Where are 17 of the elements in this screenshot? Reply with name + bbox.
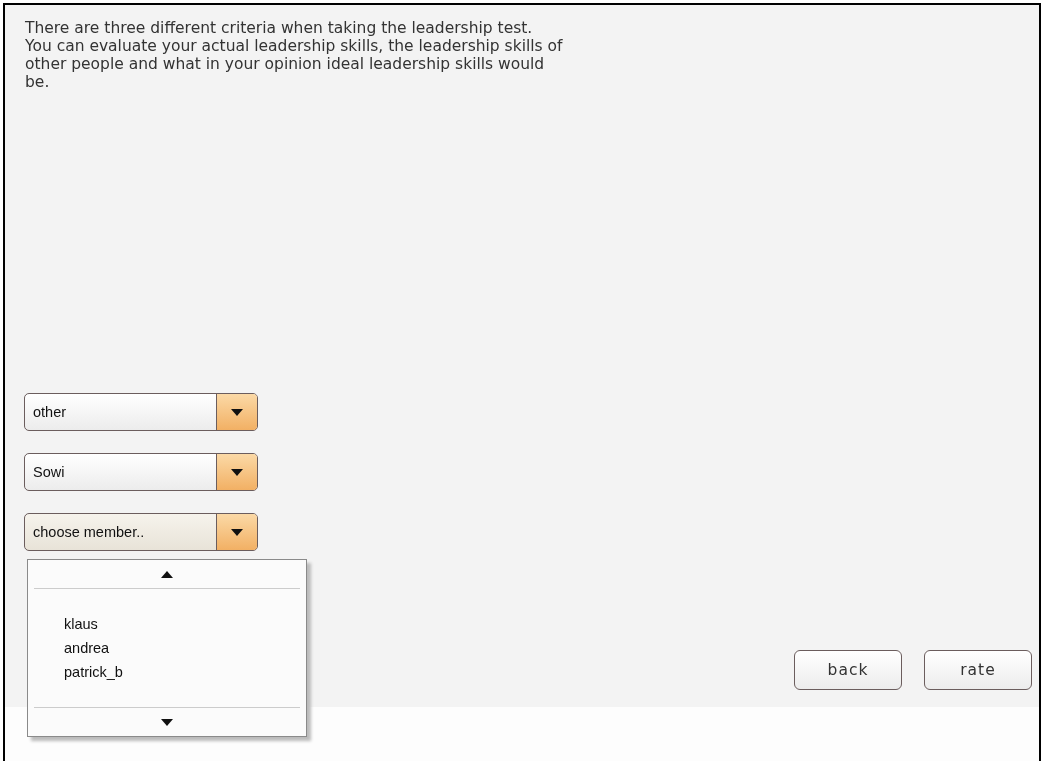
dropdown-option[interactable]: patrick_b	[64, 662, 123, 682]
caret-icon	[231, 528, 243, 536]
dropdown-option[interactable]: andrea	[64, 638, 110, 658]
intro-text: You can evaluate your actual leadership skills, the leadership skills of	[25, 37, 564, 55]
intro-text: other people and what in your opinion ideal leadership skills would	[25, 55, 546, 73]
dropdown[interactable]: other	[24, 393, 258, 431]
dropdown[interactable]: Sowi	[24, 453, 258, 491]
dropdown[interactable]: choose member..	[24, 513, 258, 551]
caret-icon	[231, 408, 243, 416]
action-button[interactable]: back	[794, 650, 902, 690]
dropdown-option[interactable]: klaus	[64, 614, 98, 634]
scroll-up-icon[interactable]	[161, 570, 173, 578]
action-button[interactable]: rate	[924, 650, 1032, 690]
intro-text: There are three different criteria when taking the leadership test.	[25, 19, 534, 37]
intro-text: be.	[25, 73, 51, 91]
caret-icon	[231, 468, 243, 476]
scroll-down-icon[interactable]	[161, 718, 173, 726]
